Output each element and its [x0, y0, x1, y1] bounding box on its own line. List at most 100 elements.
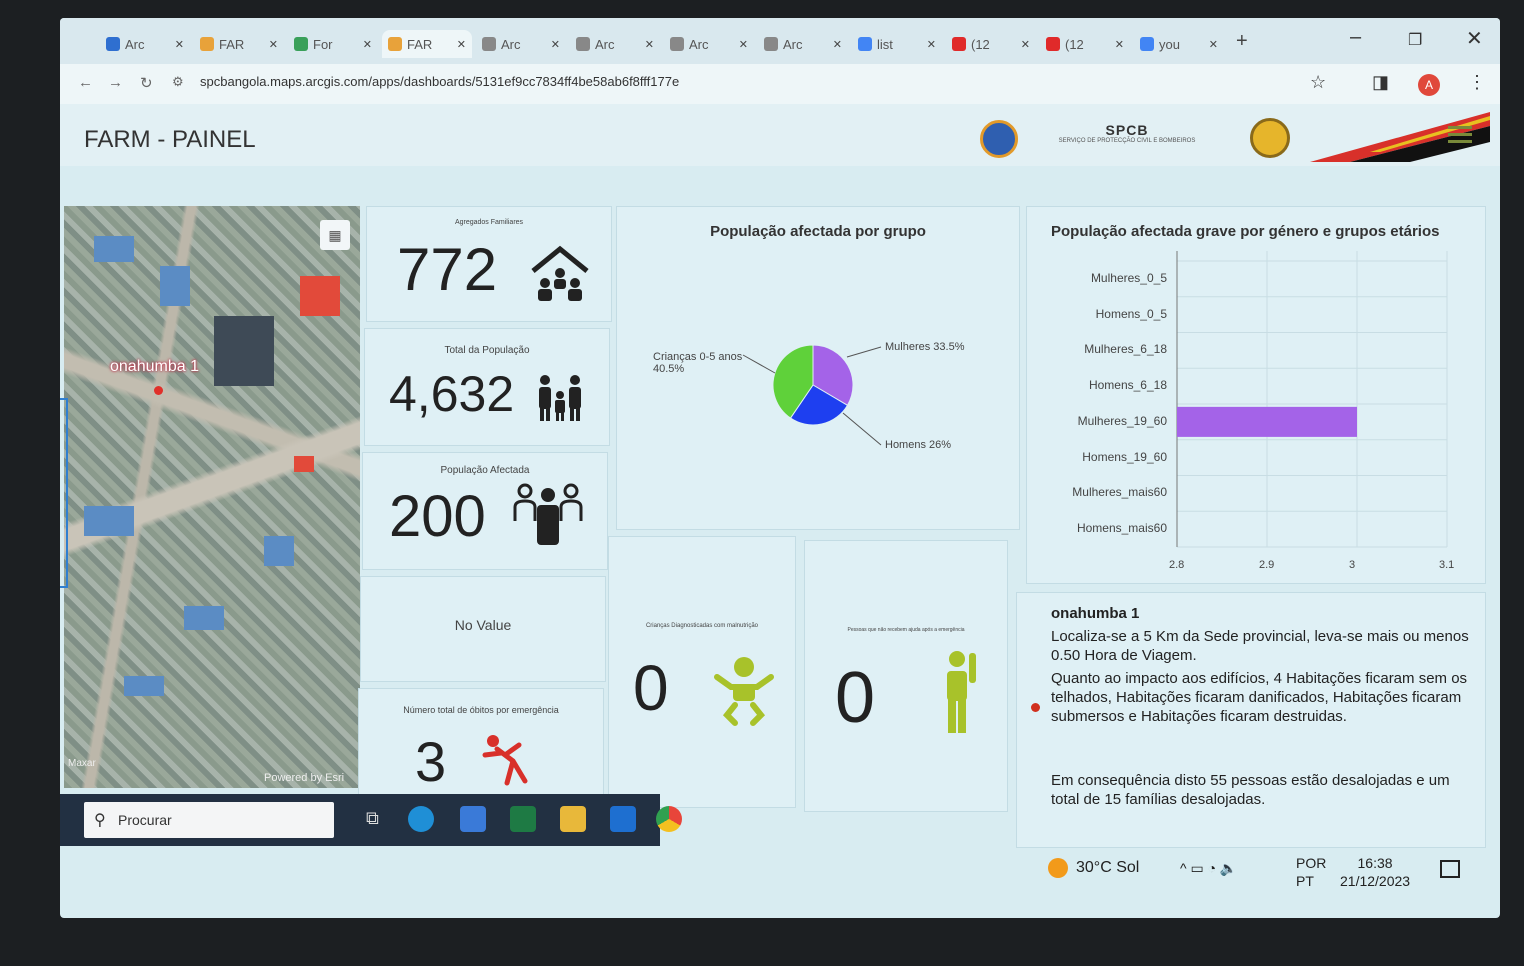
tab-label: you — [1159, 36, 1180, 52]
mail-icon[interactable] — [610, 806, 636, 832]
tab-close-icon[interactable]: ✕ — [927, 38, 936, 51]
windows-taskbar: ⚲ Procurar ⧉ 30°C Sol ^ ▭ ◔ 🔈 POR PT 16:… — [60, 794, 1500, 918]
back-icon[interactable]: ← — [78, 74, 93, 91]
tab-favicon-icon — [106, 37, 120, 51]
group-people-icon — [513, 483, 583, 545]
tab-close-icon[interactable]: ✕ — [175, 38, 184, 51]
minimize-icon[interactable]: – — [1350, 26, 1361, 49]
kpi-value: 0 — [835, 658, 876, 738]
pie-label-criancas-pct: 40.5% — [653, 363, 685, 375]
profile-avatar[interactable]: A — [1418, 74, 1440, 96]
info-title: onahumba 1 — [1051, 605, 1140, 622]
tab-label: Arc — [783, 36, 803, 52]
dashboard-header: FARM - PAINEL SPCB SERVIÇO DE PROTECÇÃO … — [60, 104, 1500, 166]
sidepanel-icon[interactable]: ◨ — [1372, 72, 1389, 93]
location-marker[interactable] — [154, 386, 163, 395]
kpi-value: 3 — [415, 730, 447, 793]
url-field[interactable]: spcbangola.maps.arcgis.com/apps/dashboar… — [200, 74, 679, 89]
task-view-icon[interactable]: ⧉ — [366, 808, 379, 829]
new-tab-icon[interactable]: + — [1236, 30, 1248, 53]
tab-favicon-icon — [858, 37, 872, 51]
falling-person-icon — [482, 735, 528, 786]
bar-category-label: Mulheres_19_60 — [1077, 413, 1167, 428]
side-panel-toggle[interactable] — [60, 398, 68, 588]
bar-mulheres-19-60[interactable] — [1177, 406, 1357, 437]
taskbar-search[interactable]: ⚲ Procurar — [84, 802, 334, 838]
browser-tab[interactable]: (12 ✕ — [946, 30, 1036, 58]
tab-label: list — [877, 36, 893, 52]
store-icon[interactable] — [460, 806, 486, 832]
tab-favicon-icon — [670, 37, 684, 51]
bar-category-label: Mulheres_6_18 — [1084, 342, 1167, 357]
tab-close-icon[interactable]: ✕ — [1021, 38, 1030, 51]
search-icon: ⚲ — [94, 812, 106, 829]
tab-close-icon[interactable]: ✕ — [269, 38, 278, 51]
map-location-label: onahumba 1 — [110, 358, 199, 375]
tab-label: Arc — [125, 36, 145, 52]
language-indicator[interactable]: POR PT — [1296, 854, 1326, 890]
browser-tab[interactable]: FAR ✕ — [382, 30, 472, 58]
tab-close-icon[interactable]: ✕ — [1209, 38, 1218, 51]
browser-tab[interactable]: Arc ✕ — [664, 30, 754, 58]
forward-icon[interactable]: → — [108, 74, 123, 91]
tab-close-icon[interactable]: ✕ — [1115, 38, 1124, 51]
tab-close-icon[interactable]: ✕ — [833, 38, 842, 51]
tab-label: Arc — [689, 36, 709, 52]
kpi-caption: Total da População — [444, 345, 530, 356]
emblem-logo — [980, 120, 1018, 158]
reload-icon[interactable]: ↻ — [140, 74, 153, 92]
tab-label: For — [313, 36, 333, 52]
tab-close-icon[interactable]: ✕ — [551, 38, 560, 51]
bar-category-label: Homens_6_18 — [1088, 378, 1167, 393]
kpi-caption: População Afectada — [440, 465, 530, 476]
tab-label: FAR — [219, 36, 245, 52]
browser-tab[interactable]: list ✕ — [852, 30, 942, 58]
chrome-icon[interactable] — [656, 806, 682, 832]
person-waving-icon — [947, 651, 976, 733]
bar-x-tick-label: 2.9 — [1259, 559, 1275, 571]
menu-kebab-icon[interactable]: ⋮ — [1468, 72, 1486, 93]
browser-tab[interactable]: you ✕ — [1134, 30, 1224, 58]
tab-close-icon[interactable]: ✕ — [363, 38, 372, 51]
browser-tab[interactable]: Arc ✕ — [758, 30, 848, 58]
browser-tab[interactable]: Arc ✕ — [100, 30, 190, 58]
weather-widget[interactable]: 30°C Sol — [1048, 858, 1139, 878]
hamburger-icon[interactable] — [1448, 126, 1472, 147]
bar-category-label: Mulheres_0_5 — [1090, 270, 1167, 285]
site-info-icon[interactable]: ⚙ — [172, 74, 184, 90]
browser-tab[interactable]: For ✕ — [288, 30, 378, 58]
kpi-obitos: Número total de óbitos por emergência 3 — [358, 688, 604, 808]
excel-icon[interactable] — [510, 806, 536, 832]
tray-icons[interactable]: ^ ▭ ◔ 🔈 — [1180, 860, 1237, 877]
pie-chart-card: População afectada por grupo Crianças 0-… — [616, 206, 1020, 530]
notification-icon[interactable] — [1440, 860, 1460, 878]
kpi-value: 772 — [397, 236, 498, 303]
browser-tab[interactable]: Arc ✕ — [476, 30, 566, 58]
bar-chart-card: População afectada grave por género e gr… — [1026, 206, 1486, 584]
close-icon[interactable]: ✕ — [1466, 26, 1483, 51]
map-attribution[interactable]: Powered by Esri — [264, 772, 344, 784]
clock[interactable]: 16:38 21/12/2023 — [1340, 854, 1410, 890]
kpi-pessoas: Pessoas que não recebem ajuda após a eme… — [804, 540, 1008, 812]
tab-close-icon[interactable]: ✕ — [645, 38, 654, 51]
tab-close-icon[interactable]: ✕ — [457, 38, 466, 51]
kpi-caption: Crianças Diagnosticadas com malnutrição — [645, 623, 759, 629]
tab-label: FAR — [407, 36, 433, 52]
kpi-value: 200 — [389, 484, 486, 549]
map-view[interactable]: ▦ onahumba 1 Maxar Powered by Esri — [64, 206, 360, 788]
restore-icon[interactable]: ❐ — [1408, 30, 1422, 50]
browser-tab[interactable]: FAR ✕ — [194, 30, 284, 58]
tab-close-icon[interactable]: ✕ — [739, 38, 748, 51]
bar-x-tick-label: 2.8 — [1169, 559, 1185, 571]
info-bullet-icon — [1031, 703, 1040, 712]
bar-category-label: Homens_19_60 — [1082, 449, 1167, 464]
browser-tab[interactable]: (12 ✕ — [1040, 30, 1130, 58]
address-bar: ← → ↻ ⚙ spcbangola.maps.arcgis.com/apps/… — [60, 64, 1500, 104]
file-explorer-icon[interactable] — [560, 806, 586, 832]
star-icon[interactable]: ☆ — [1310, 72, 1326, 93]
edge-icon[interactable] — [408, 806, 434, 832]
kpi-criancas: Crianças Diagnosticadas com malnutrição … — [608, 536, 796, 808]
browser-tab[interactable]: Arc ✕ — [570, 30, 660, 58]
tab-favicon-icon — [1046, 37, 1060, 51]
basemap-gallery-icon[interactable]: ▦ — [320, 220, 350, 250]
